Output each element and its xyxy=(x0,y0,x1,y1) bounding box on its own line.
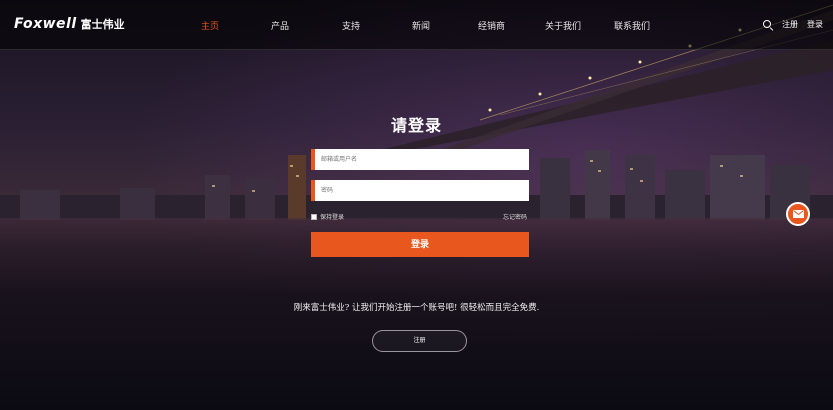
nav-item-contact[interactable]: 联系我们 xyxy=(614,19,650,32)
nav-item-dealers[interactable]: 经销商 xyxy=(478,19,505,32)
nav-item-about[interactable]: 关于我们 xyxy=(545,19,581,32)
mail-fab-button[interactable] xyxy=(786,202,810,226)
remember-label: 保持登录 xyxy=(320,214,345,221)
header-register-link[interactable]: 注册 xyxy=(782,19,798,30)
remember-checkbox[interactable] xyxy=(311,213,317,220)
remember-me[interactable]: 保持登录 xyxy=(311,212,344,221)
login-button[interactable]: 登录 xyxy=(311,232,529,257)
login-title: 请登录 xyxy=(390,116,442,135)
main-nav: 主页 产品 支持 新闻 经销商 关于我们 联系我们 xyxy=(0,0,833,50)
header-actions: 注册 登录 xyxy=(763,19,823,31)
register-button[interactable]: 注册 xyxy=(372,330,467,352)
forgot-password-link[interactable]: 忘记密码 xyxy=(503,212,527,221)
nav-item-support[interactable]: 支持 xyxy=(342,19,360,32)
signup-prompt: 刚来富士伟业? 让我们开始注册一个账号吧! 很轻松而且完全免费. xyxy=(293,303,540,313)
search-icon[interactable] xyxy=(763,19,774,31)
username-field[interactable] xyxy=(311,149,529,170)
password-input[interactable] xyxy=(321,180,529,201)
mail-icon xyxy=(792,210,804,218)
nav-item-products[interactable]: 产品 xyxy=(271,19,289,32)
top-navbar: Foxwell 富士伟业 主页 产品 支持 新闻 经销商 关于我们 联系我们 注… xyxy=(0,0,833,50)
nav-item-news[interactable]: 新闻 xyxy=(412,19,430,32)
username-input[interactable] xyxy=(321,149,529,170)
header-login-link[interactable]: 登录 xyxy=(807,19,823,30)
nav-item-home[interactable]: 主页 xyxy=(201,19,219,32)
password-field[interactable] xyxy=(311,180,529,201)
